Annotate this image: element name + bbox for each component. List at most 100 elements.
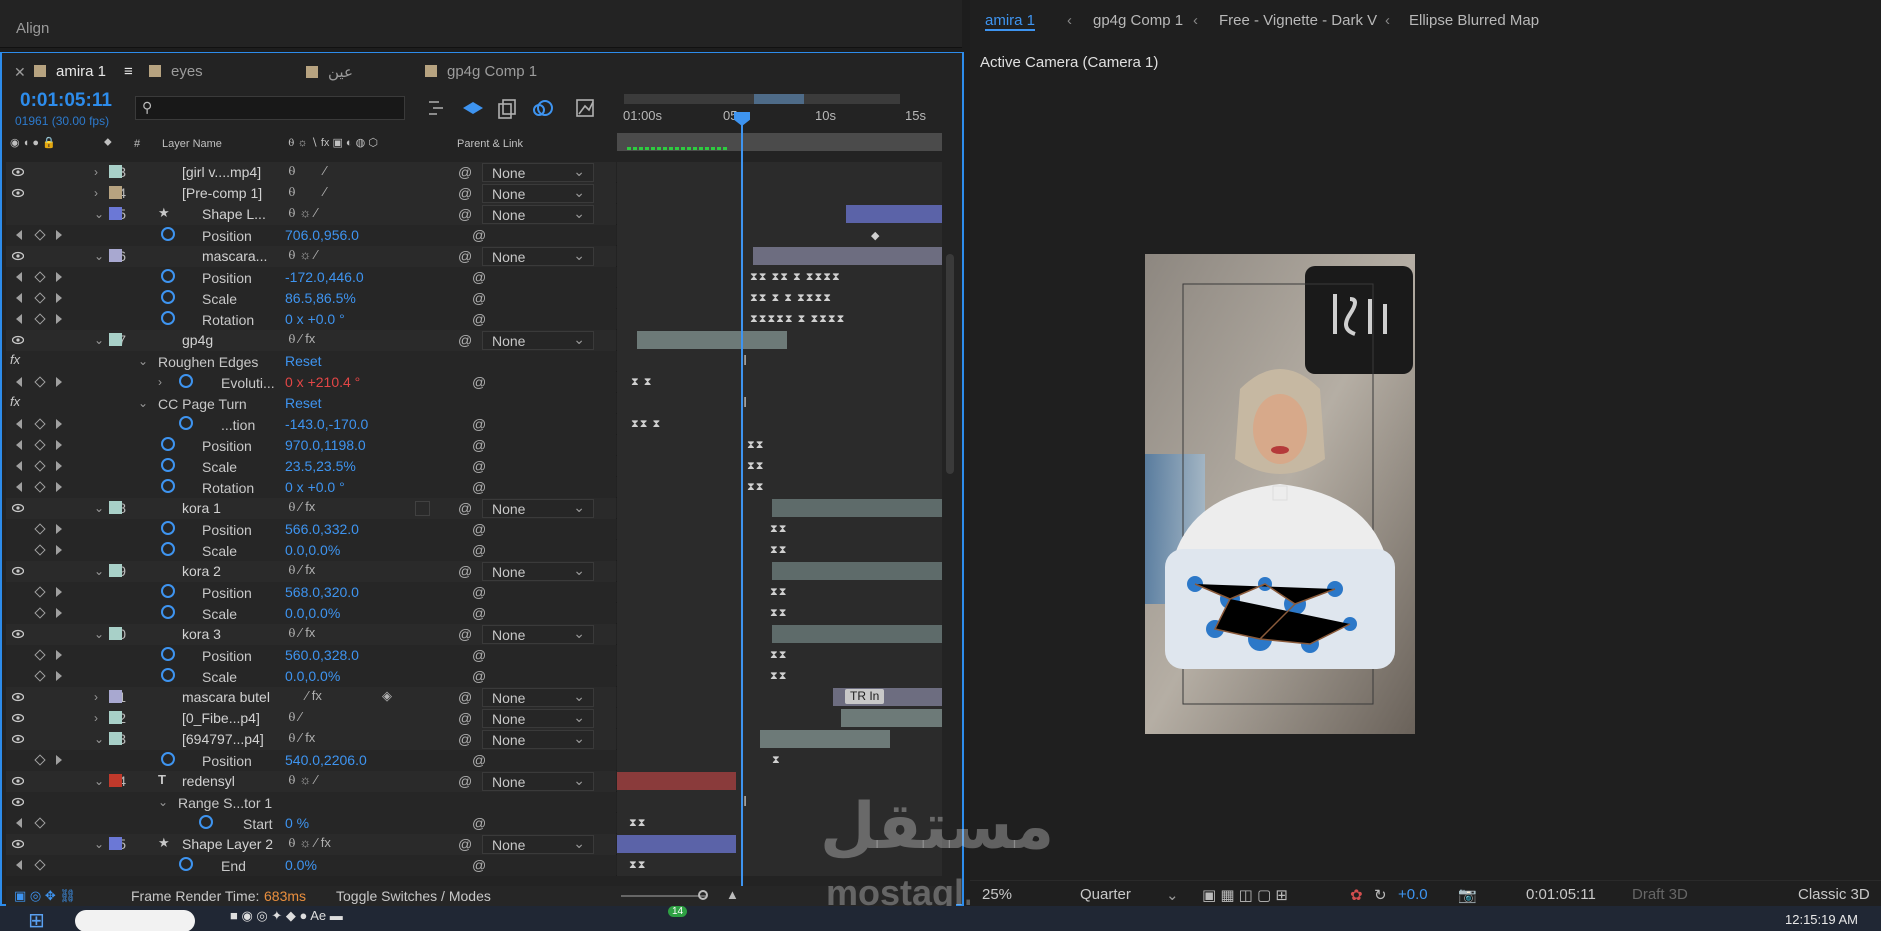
label-color[interactable] (109, 732, 122, 745)
parent-dropdown[interactable]: None ⌄ (482, 247, 594, 266)
layer-marker[interactable]: TR In (845, 689, 885, 704)
keyframes[interactable]: ⧗⧗ ⧗⧗ ⧗ ⧗⧗⧗⧗ (750, 271, 841, 284)
property-row[interactable]: Position -172.0,446.0 @ ⧗⧗ ⧗⧗ ⧗ ⧗⧗⧗⧗ (6, 267, 942, 288)
eye-icon[interactable] (12, 251, 24, 261)
property-row[interactable]: Position 970.0,1198.0 @ ⧗⧗ (6, 435, 942, 456)
motion-blur-icon[interactable] (533, 100, 553, 116)
exposure-value[interactable]: +0.0 (1398, 886, 1428, 903)
shy-switch-icon[interactable]: ⍬ ☼ ∕ (288, 247, 317, 263)
layer-name[interactable]: [0_Fibe...p4] (182, 710, 260, 726)
collapse-icon[interactable]: ⌄ (94, 501, 104, 515)
parent-dropdown[interactable]: None ⌄ (482, 205, 594, 224)
view-tool-icons[interactable]: ▣ ▦ ◫ ▢ ⊞ (1202, 886, 1288, 904)
collapse-icon[interactable]: ⌄ (94, 837, 104, 851)
pickwhip-icon[interactable]: @ (458, 332, 472, 348)
comp-tab-amira-1[interactable]: amira 1 (985, 12, 1036, 31)
pickwhip-icon[interactable]: @ (472, 584, 486, 600)
pickwhip-icon[interactable]: @ (458, 164, 472, 180)
layer-row-23[interactable]: ⌄ 23 [694797...p4] ⍬ ∕ fx @ None⌄ (6, 729, 942, 750)
renderer-dropdown[interactable]: Classic 3D (1798, 886, 1870, 903)
collapse-icon[interactable]: ⌄ (138, 354, 148, 368)
eye-icon[interactable] (12, 503, 24, 513)
prev-keyframe-icon[interactable] (16, 230, 22, 240)
eye-icon[interactable] (12, 797, 24, 807)
eye-icon[interactable] (12, 629, 24, 639)
layer-row-18[interactable]: ⌄ 18 kora 1 ⍬ ∕ fx @ None⌄ (6, 498, 942, 519)
zoom-slider-handle[interactable] (698, 890, 708, 900)
shy-switch-icon[interactable]: ⍬ ∕ fx (288, 730, 315, 746)
keyframes[interactable]: ⧗⧗ (770, 649, 787, 662)
stopwatch-icon[interactable] (199, 815, 213, 829)
keyframes[interactable]: ⧗⧗ (747, 481, 764, 494)
pickwhip-icon[interactable]: @ (458, 500, 472, 516)
property-value[interactable]: 0 x +0.0 ° (285, 479, 345, 495)
work-area-bar[interactable] (617, 133, 942, 151)
timeline-scrollbar[interactable] (944, 134, 956, 884)
comp-tab-gp4g[interactable]: gp4g Comp 1 (1093, 12, 1183, 29)
eye-icon[interactable] (12, 692, 24, 702)
keyframes[interactable]: ⧗⧗ (770, 544, 787, 557)
collapse-icon[interactable]: ⌄ (94, 564, 104, 578)
pickwhip-icon[interactable]: @ (472, 227, 486, 243)
pickwhip-icon[interactable]: @ (472, 857, 486, 873)
property-row[interactable]: Start 0 % @ ⧗⧗ (6, 813, 942, 834)
fx-icon[interactable]: fx (10, 394, 20, 409)
property-value[interactable]: 568.0,320.0 (285, 584, 359, 600)
tab-ein[interactable]: عين (306, 63, 353, 85)
eye-icon[interactable] (12, 167, 24, 177)
eye-icon[interactable] (12, 713, 24, 723)
layer-name[interactable]: redensyl (182, 773, 235, 789)
menu-icon[interactable]: ≡ (124, 63, 133, 80)
pickwhip-icon[interactable]: @ (458, 563, 472, 579)
keyframes[interactable]: ⧗⧗ ⧗ ⧗ ⧗⧗⧗⧗ (750, 292, 832, 305)
layer-row-22[interactable]: › 22 [0_Fibe...p4] ⍬ ∕ @ None⌄ (6, 708, 942, 729)
pickwhip-icon[interactable]: @ (472, 269, 486, 285)
property-value[interactable]: 566.0,332.0 (285, 521, 359, 537)
stopwatch-icon[interactable] (161, 605, 175, 619)
parent-dropdown[interactable]: None ⌄ (482, 730, 594, 749)
layer-search-input[interactable]: ⚲ (135, 96, 405, 120)
layer-bar[interactable] (841, 709, 942, 727)
parent-dropdown[interactable]: None ⌄ (482, 688, 594, 707)
parent-dropdown[interactable]: None ⌄ (482, 562, 594, 581)
stopwatch-icon[interactable] (161, 521, 175, 535)
label-color[interactable] (109, 165, 122, 178)
property-value[interactable]: 560.0,328.0 (285, 647, 359, 663)
pickwhip-icon[interactable]: @ (472, 605, 486, 621)
collapse-icon[interactable]: ⌄ (94, 333, 104, 347)
layer-bar[interactable] (617, 835, 736, 853)
reset-link[interactable]: Reset (285, 395, 322, 411)
motion-blur-switch[interactable] (415, 501, 430, 516)
pickwhip-icon[interactable]: @ (472, 458, 486, 474)
keyframes[interactable]: ⧗⧗ (629, 859, 646, 872)
shy-switch-icon[interactable]: ⍬ ☼ ∕ (288, 772, 317, 788)
layer-name[interactable]: [694797...p4] (182, 731, 264, 747)
property-value[interactable]: 0 x +210.4 ° (285, 374, 360, 390)
layer-name[interactable]: kora 2 (182, 563, 221, 579)
keyframes[interactable]: ⧗⧗ (770, 523, 787, 536)
tab-eyes[interactable]: eyes (149, 63, 203, 85)
property-value[interactable]: 970.0,1198.0 (285, 437, 366, 453)
channel-icon[interactable]: ✿ (1350, 886, 1363, 904)
property-row[interactable]: End 0.0% @ ⧗⧗ (6, 855, 942, 876)
layer-row-20[interactable]: ⌄ 20 kora 3 ⍬ ∕ fx @ None⌄ (6, 624, 942, 645)
eye-icon[interactable] (12, 335, 24, 345)
label-color[interactable] (109, 564, 122, 577)
property-row[interactable]: Rotation 0 x +0.0 ° @ ⧗⧗⧗⧗⧗ ⧗ ⧗⧗⧗⧗ (6, 309, 942, 330)
current-time-indicator[interactable] (741, 118, 743, 898)
taskbar-app-icons[interactable]: ■ ◉ ◎ ✦ ◆ ● Ae ▬ (230, 908, 343, 924)
layer-bar[interactable] (760, 730, 890, 748)
frame-blending-icon[interactable] (498, 99, 516, 119)
quality-switch-icon[interactable]: ∕ (324, 163, 326, 178)
stopwatch-icon[interactable] (161, 542, 175, 556)
scrollbar-thumb[interactable] (946, 254, 954, 474)
parent-dropdown[interactable]: None ⌄ (482, 184, 594, 203)
layer-row-15[interactable]: ⌄ 15 ★ Shape L... ⍬ ☼ ∕ @ None⌄ (6, 204, 942, 225)
stopwatch-icon[interactable] (179, 374, 193, 388)
pickwhip-icon[interactable]: @ (458, 710, 472, 726)
property-row[interactable]: Position 560.0,328.0 @ ⧗⧗ (6, 645, 942, 666)
stopwatch-icon[interactable] (161, 227, 175, 241)
viewer-timecode[interactable]: 0:01:05:11 (1526, 886, 1596, 903)
parent-dropdown[interactable]: None ⌄ (482, 499, 594, 518)
pickwhip-icon[interactable]: @ (472, 752, 486, 768)
